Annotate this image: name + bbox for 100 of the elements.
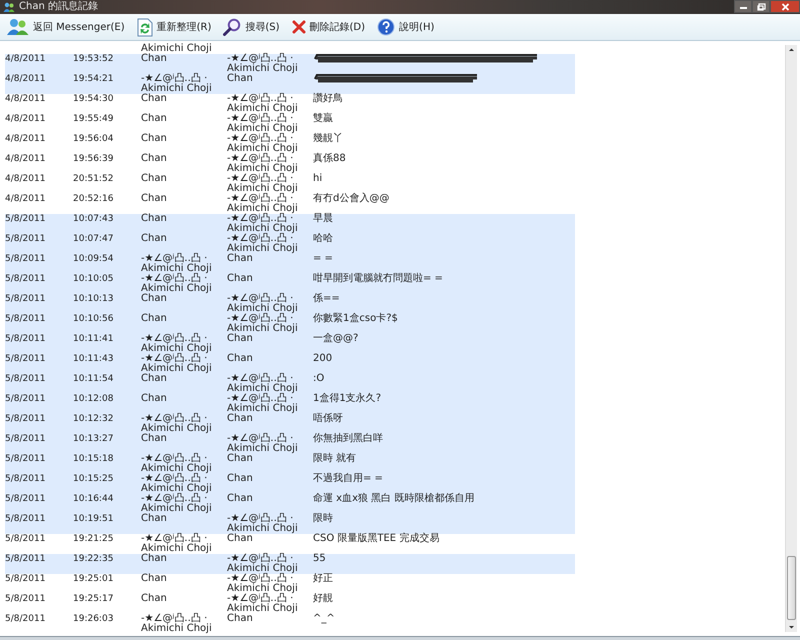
refresh-icon bbox=[136, 18, 153, 36]
recipient-cell-text: Chan bbox=[227, 454, 254, 464]
toolbar-button[interactable]: 返回 Messenger(E) bbox=[4, 16, 128, 38]
sender-cell-text: Chan bbox=[141, 294, 168, 304]
message-row[interactable]: 5/8/2011 10:16:44 -★∠@ʲ凸‥凸 · Akimichi Choji Chan 命運 x血x狼 黑白 既時限槍都係自用 bbox=[5, 494, 575, 514]
message-cell: 限時 bbox=[313, 514, 333, 524]
message-row[interactable]: 5/8/2011 10:10:13 Chan -★∠@ʲ凸‥凸 · Akimichi Choji 係== bbox=[5, 294, 575, 314]
message-row[interactable]: 5/8/2011 10:09:54 -★∠@ʲ凸‥凸 · Akimichi Choji Chan = = bbox=[5, 254, 575, 274]
message-row[interactable]: 4/8/2011 19:54:21 -★∠@ʲ凸‥凸 · Akimichi Choji Chan bbox=[5, 74, 575, 94]
time-cell-text: 10:11:43 bbox=[73, 354, 114, 364]
time-cell-text: 10:15:25 bbox=[73, 474, 114, 484]
date-cell-text: 5/8/2011 bbox=[5, 614, 46, 624]
sender-cell-text: -★∠@ʲ凸‥凸 · Akimichi Choji bbox=[141, 474, 213, 494]
time-cell-text: 20:51:52 bbox=[73, 174, 114, 184]
time-cell-text: 19:25:17 bbox=[73, 594, 114, 604]
message-cell: 有冇d公會入@@ bbox=[313, 194, 390, 204]
message-row[interactable]: 5/8/2011 10:13:27 Chan -★∠@ʲ凸‥凸 · Akimichi Choji 你無抽到黑白咩 bbox=[5, 434, 575, 454]
time-cell-text: 10:19:51 bbox=[73, 514, 114, 524]
message-cell: ^_^ bbox=[313, 614, 335, 624]
sender-cell-text: -★∠@ʲ凸‥凸 · Akimichi Choji bbox=[141, 414, 213, 434]
date-cell-text: 4/8/2011 bbox=[5, 114, 46, 124]
message-cell: 好正 bbox=[313, 574, 333, 584]
message-row[interactable]: 5/8/2011 10:07:47 Chan -★∠@ʲ凸‥凸 · Akimichi Choji 哈哈 bbox=[5, 234, 575, 254]
app-icon bbox=[3, 2, 15, 12]
recipient-cell-text: -★∠@ʲ凸‥凸 · Akimichi Choji bbox=[227, 594, 299, 614]
recipient-cell-text: -★∠@ʲ凸‥凸 · Akimichi Choji bbox=[227, 554, 299, 574]
vertical-scrollbar[interactable] bbox=[785, 45, 797, 632]
restore-button[interactable] bbox=[752, 0, 770, 13]
message-row[interactable]: 5/8/2011 10:11:54 Chan -★∠@ʲ凸‥凸 · Akimichi Choji :O bbox=[5, 374, 575, 394]
time-cell-text: 10:10:13 bbox=[73, 294, 114, 304]
time-cell-text: 19:56:39 bbox=[73, 154, 114, 164]
message-row[interactable]: 4/8/2011 19:53:52 Chan -★∠@ʲ凸‥凸 · Akimichi Choji bbox=[5, 54, 575, 74]
message-cell: hi bbox=[313, 174, 322, 184]
date-cell-text: 4/8/2011 bbox=[5, 94, 46, 104]
sender-cell-text: -★∠@ʲ凸‥凸 · Akimichi Choji bbox=[141, 354, 213, 374]
message-cell: 不過我自用= = bbox=[313, 474, 383, 484]
message-cell: :O bbox=[313, 374, 324, 384]
date-cell-text: 5/8/2011 bbox=[5, 414, 46, 424]
time-cell-text: 10:07:43 bbox=[73, 214, 114, 224]
recipient-cell-text: Chan bbox=[227, 614, 254, 624]
message-row[interactable]: 5/8/2011 10:10:05 -★∠@ʲ凸‥凸 · Akimichi Choji Chan 咁早開到電腦就冇問題啦= = bbox=[5, 274, 575, 294]
date-cell-text: 5/8/2011 bbox=[5, 514, 46, 524]
sender-cell-text: Chan bbox=[141, 154, 168, 164]
sender-cell-text: Chan bbox=[141, 134, 168, 144]
date-cell-text: 5/8/2011 bbox=[5, 574, 46, 584]
sender-cell-text: Chan bbox=[141, 194, 168, 204]
time-cell-text: 19:53:52 bbox=[73, 54, 114, 64]
message-row[interactable]: 5/8/2011 19:22:35 Chan -★∠@ʲ凸‥凸 · Akimichi Choji 55 bbox=[5, 554, 575, 574]
recipient-cell-text: -★∠@ʲ凸‥凸 · Akimichi Choji bbox=[227, 174, 299, 194]
date-cell-text: 4/8/2011 bbox=[5, 54, 46, 64]
recipient-cell-text: Chan bbox=[227, 494, 254, 504]
delete-icon bbox=[292, 20, 306, 34]
toolbar-button[interactable]: 說明(H) bbox=[374, 16, 438, 38]
message-row[interactable]: 5/8/2011 10:19:51 Chan -★∠@ʲ凸‥凸 · Akimichi Choji 限時 bbox=[5, 514, 575, 534]
sender-cell-text: Chan bbox=[141, 174, 168, 184]
recipient-cell-text: -★∠@ʲ凸‥凸 · Akimichi Choji bbox=[227, 394, 299, 414]
recipient-cell-text: -★∠@ʲ凸‥凸 · Akimichi Choji bbox=[227, 54, 299, 74]
close-button[interactable] bbox=[770, 0, 800, 13]
sender-cell-text: Chan bbox=[141, 554, 168, 564]
date-cell-text: 4/8/2011 bbox=[5, 134, 46, 144]
sender-cell-text: -★∠@ʲ凸‥凸 · Akimichi Choji bbox=[141, 334, 213, 354]
sender-cell-text: Chan bbox=[141, 114, 168, 124]
restore-icon bbox=[756, 2, 766, 10]
sender-cell-text: Chan bbox=[141, 94, 168, 104]
date-cell-text: 5/8/2011 bbox=[5, 314, 46, 324]
date-cell-text: 4/8/2011 bbox=[5, 74, 46, 84]
message-cell: 係== bbox=[313, 294, 340, 304]
message-row[interactable]: 5/8/2011 10:15:25 -★∠@ʲ凸‥凸 · Akimichi Choji Chan 不過我自用= = bbox=[5, 474, 575, 494]
date-cell-text: 5/8/2011 bbox=[5, 594, 46, 604]
date-cell-text: 5/8/2011 bbox=[5, 494, 46, 504]
message-cell: 幾靚丫 bbox=[313, 134, 343, 144]
recipient-cell-text: -★∠@ʲ凸‥凸 · Akimichi Choji bbox=[227, 434, 299, 454]
toolbar-button[interactable]: 搜尋(S) bbox=[220, 16, 283, 38]
message-cell: 真係88 bbox=[313, 154, 346, 164]
time-cell-text: 19:54:30 bbox=[73, 94, 114, 104]
recipient-cell-text: Chan bbox=[227, 534, 254, 544]
recipient-cell-text: -★∠@ʲ凸‥凸 · Akimichi Choji bbox=[227, 114, 299, 134]
recipient-cell-text: -★∠@ʲ凸‥凸 · Akimichi Choji bbox=[227, 194, 299, 214]
toolbar-button[interactable]: 重新整理(R) bbox=[134, 16, 214, 38]
scrollbar-thumb[interactable] bbox=[787, 556, 796, 620]
help-icon bbox=[377, 18, 396, 36]
message-row[interactable]: 5/8/2011 10:11:41 -★∠@ʲ凸‥凸 · Akimichi Choji Chan 一盒@@? bbox=[5, 334, 575, 354]
message-row[interactable]: 5/8/2011 10:12:32 -★∠@ʲ凸‥凸 · Akimichi Choji Chan 唔係呀 bbox=[5, 414, 575, 434]
recipient-cell-text: Chan bbox=[227, 74, 254, 84]
time-cell-text: 10:16:44 bbox=[73, 494, 114, 504]
sender-cell-text: Chan bbox=[141, 234, 168, 244]
message-row[interactable]: 5/8/2011 10:07:43 Chan -★∠@ʲ凸‥凸 · Akimichi Choji 早晨 bbox=[5, 214, 575, 234]
recipient-cell-text: Chan bbox=[227, 474, 254, 484]
date-cell-text: 5/8/2011 bbox=[5, 554, 46, 564]
toolbar-button[interactable]: 刪除記錄(D) bbox=[288, 18, 368, 36]
message-cell: 你無抽到黑白咩 bbox=[313, 434, 383, 444]
message-row[interactable]: 5/8/2011 10:12:08 Chan -★∠@ʲ凸‥凸 · Akimichi Choji 1盒得1支永久? bbox=[5, 394, 575, 414]
date-cell-text: 4/8/2011 bbox=[5, 154, 46, 164]
date-cell-text: 5/8/2011 bbox=[5, 234, 46, 244]
recipient-cell-text: -★∠@ʲ凸‥凸 · Akimichi Choji bbox=[227, 374, 299, 394]
time-cell-text: 10:11:41 bbox=[73, 334, 114, 344]
message-row[interactable]: 5/8/2011 10:11:43 -★∠@ʲ凸‥凸 · Akimichi Choji Chan 200 bbox=[5, 354, 575, 374]
message-row[interactable]: 5/8/2011 10:10:56 Chan -★∠@ʲ凸‥凸 · Akimichi Choji 你數緊1盒cso卡?$ bbox=[5, 314, 575, 334]
minimize-button[interactable] bbox=[734, 0, 752, 13]
message-row[interactable]: 5/8/2011 10:15:18 -★∠@ʲ凸‥凸 · Akimichi Choji Chan 限時 就有 bbox=[5, 454, 575, 474]
